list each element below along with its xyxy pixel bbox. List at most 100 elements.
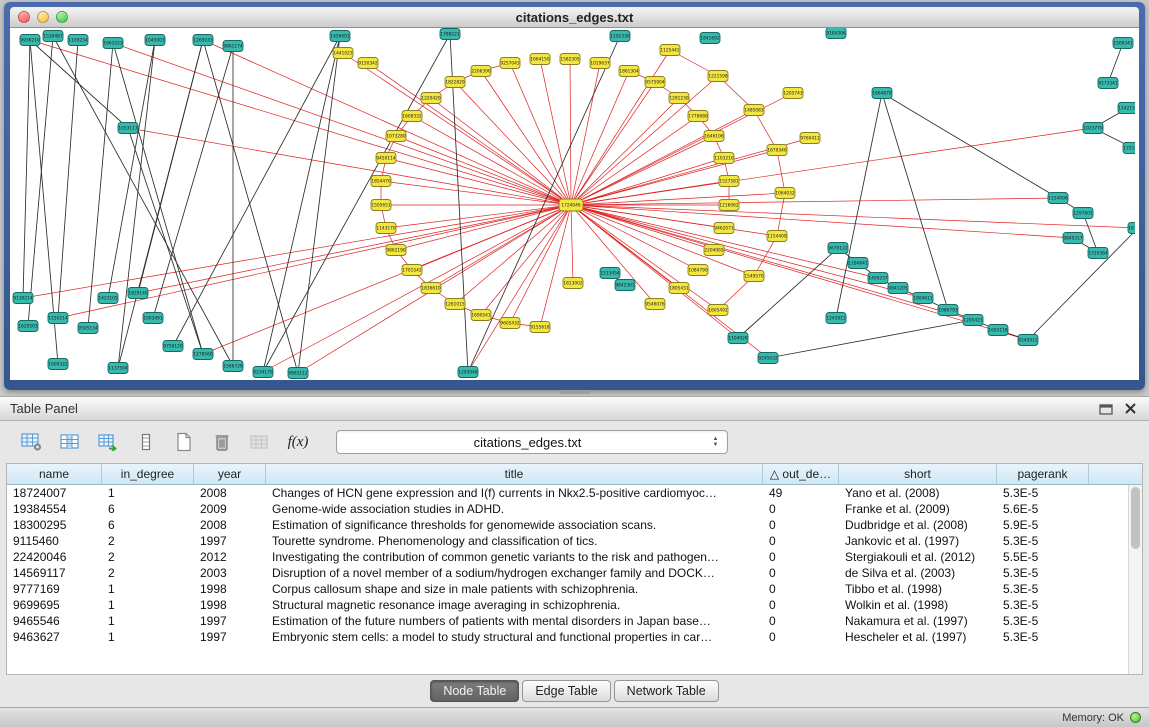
zoom-window-icon[interactable] (56, 11, 68, 23)
network-node[interactable]: 1278560 (193, 349, 213, 360)
table-row[interactable]: 1456911722003Disruption of a novel membe… (7, 565, 1142, 581)
table-row[interactable]: 946362711997Embryonic stem cells: a mode… (7, 629, 1142, 645)
network-node[interactable]: 9936210 (20, 35, 40, 46)
network-node[interactable]: 1143170 (376, 223, 396, 234)
minimize-window-icon[interactable] (37, 11, 49, 23)
network-node[interactable]: 1836610 (421, 283, 441, 294)
table-settings-icon[interactable] (18, 428, 46, 456)
delete-table-icon[interactable] (208, 428, 236, 456)
network-node[interactable]: 1019637 (590, 58, 610, 69)
table-row[interactable]: 946554611997Estimation of the future num… (7, 613, 1142, 629)
network-node[interactable]: 1245811 (826, 313, 846, 324)
table-row[interactable]: 2242004622012Investigating the contribut… (7, 549, 1142, 565)
scrollbar-thumb[interactable] (1131, 487, 1140, 549)
network-node[interactable]: 9505134 (78, 323, 98, 334)
network-node[interactable]: 1664150 (530, 54, 550, 65)
network-node[interactable]: 1084790 (688, 265, 708, 276)
network-node[interactable]: 1064032 (775, 188, 795, 199)
network-node[interactable]: 1003491 (143, 313, 163, 324)
network-node[interactable]: 9130214 (13, 293, 33, 304)
network-node[interactable]: 1154409 (767, 231, 787, 242)
network-node[interactable]: 1804611 (913, 293, 933, 304)
table-row[interactable]: 911546021997Tourette syndrome. Phenomeno… (7, 533, 1142, 549)
network-node[interactable]: 1261015 (445, 299, 465, 310)
function-builder-icon[interactable]: f(x) (284, 428, 312, 456)
network-node[interactable]: 9257043 (500, 58, 520, 69)
network-node[interactable]: 9150342 (358, 58, 378, 69)
network-node[interactable]: 1150214 (48, 313, 68, 324)
network-node[interactable]: 1664879 (872, 88, 892, 99)
table-import-icon[interactable] (94, 428, 122, 456)
network-node[interactable]: 1788221 (440, 29, 460, 40)
network-node[interactable]: 1184641 (848, 258, 868, 269)
network-node[interactable]: 1103210 (714, 153, 734, 164)
network-node[interactable]: 9234170 (253, 367, 273, 378)
network-node[interactable]: 1608332 (402, 111, 422, 122)
table-row[interactable]: 1938455462009Genome-wide association stu… (7, 501, 1142, 517)
network-node[interactable]: 1137504 (108, 363, 128, 374)
network-node[interactable]: 1104926 (728, 333, 748, 344)
network-node[interactable]: 1205421 (963, 315, 983, 326)
network-node[interactable]: 1192330 (610, 31, 630, 42)
network-node[interactable]: 1409237 (868, 273, 888, 284)
network-node[interactable]: 1073280 (386, 131, 406, 142)
network-node[interactable]: 9184306 (826, 28, 846, 39)
column-header-year[interactable]: year (194, 464, 266, 484)
network-node[interactable]: 1721035 (1123, 143, 1135, 154)
network-node[interactable]: 1582305 (560, 54, 580, 65)
network-node[interactable]: 1661023 (103, 38, 123, 49)
close-panel-icon[interactable] (1121, 400, 1139, 418)
network-node[interactable]: 1861304 (619, 66, 639, 77)
network-node[interactable]: 1441023 (333, 48, 353, 59)
column-selector-icon[interactable] (132, 428, 160, 456)
table-disabled-icon[interactable] (246, 428, 274, 456)
network-canvas[interactable]: 1724046915561896054321690541126101518366… (10, 28, 1139, 380)
network-node[interactable]: 1829140 (128, 288, 148, 299)
network-node[interactable]: 1778680 (688, 111, 708, 122)
network-node[interactable]: 1701542 (402, 265, 422, 276)
network-node[interactable]: 1566729 (223, 361, 243, 372)
column-header-title[interactable]: title (266, 464, 763, 484)
network-node[interactable]: 1216062 (719, 200, 739, 211)
network-node[interactable]: 9462073 (714, 223, 734, 234)
network-node[interactable]: 9760411 (800, 133, 820, 144)
network-node[interactable]: 1109234 (68, 35, 88, 46)
table-row[interactable]: 1830029562008Estimation of significance … (7, 517, 1142, 533)
network-node[interactable]: 9450114 (376, 153, 396, 164)
table-row[interactable]: 1872400712008Changes of HCN gene express… (7, 485, 1142, 501)
network-node[interactable]: 1053117 (118, 123, 138, 134)
network-node[interactable]: 1086793 (938, 305, 958, 316)
network-node[interactable]: 1423105 (98, 293, 118, 304)
float-panel-icon[interactable] (1097, 400, 1115, 418)
network-node[interactable]: 1646106 (704, 131, 724, 142)
network-window-titlebar[interactable]: citations_edges.txt (10, 7, 1139, 28)
network-node[interactable]: 9863112 (288, 368, 308, 379)
tab-network-table[interactable]: Network Table (614, 680, 719, 702)
network-node[interactable]: 9840317 (1063, 233, 1083, 244)
network-selector-dropdown[interactable]: citations_edges.txt ▲▼ (336, 430, 728, 454)
network-node[interactable]: 1513454 (600, 268, 620, 279)
column-header-short[interactable]: short (839, 464, 997, 484)
network-node[interactable]: 1530487 (43, 31, 63, 42)
network-node[interactable]: 1677520 (1128, 223, 1135, 234)
network-node[interactable]: 1549570 (744, 271, 764, 282)
network-node[interactable]: 9605432 (500, 318, 520, 329)
network-node[interactable]: 9642301 (615, 280, 635, 291)
network-node[interactable]: 1805431 (669, 283, 689, 294)
network-node[interactable]: 1854470 (371, 176, 391, 187)
network-node[interactable]: 1509341 (1113, 38, 1133, 49)
network-node[interactable]: 1609322 (48, 359, 68, 370)
network-node[interactable]: 1510364 (1088, 248, 1108, 259)
network-node[interactable]: 1045003 (145, 35, 165, 46)
table-row[interactable]: 977716911998Corpus callosum shape and si… (7, 581, 1142, 597)
network-node[interactable]: 9862190 (386, 245, 406, 256)
network-node[interactable]: 1690541 (471, 310, 491, 321)
column-header-pagerank[interactable]: pagerank (997, 464, 1089, 484)
network-node[interactable]: 1220420 (421, 93, 441, 104)
network-node[interactable]: 1456601 (330, 31, 350, 42)
network-node[interactable]: 9575904 (645, 77, 665, 88)
network-node[interactable]: 1142153 (1118, 103, 1135, 114)
network-node[interactable]: 1221598 (708, 71, 728, 82)
table-columns-icon[interactable] (56, 428, 84, 456)
table-row[interactable]: 969969511998Structural magnetic resonanc… (7, 597, 1142, 613)
